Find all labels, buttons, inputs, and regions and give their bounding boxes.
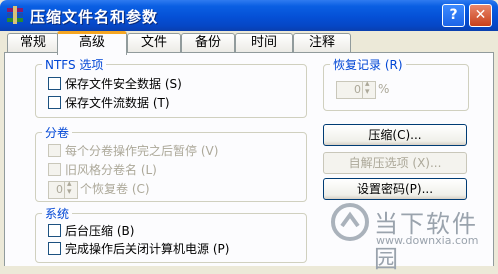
- recovery-volumes-spinner: 0: [48, 179, 78, 199]
- compress-button[interactable]: 压缩(C)...: [323, 124, 467, 146]
- spinner-value: 0: [354, 83, 361, 96]
- checkbox-label: 每个分卷操作完之后暂停 (V): [65, 144, 219, 158]
- tab-advanced[interactable]: 高级: [57, 31, 127, 55]
- ntfs-group: NTFS 选项 保存文件安全数据 (S) 保存文件流数据 (T): [35, 56, 307, 118]
- ntfs-legend: NTFS 选项: [42, 56, 107, 73]
- winrar-icon: [7, 6, 23, 24]
- checkbox-label: 保存文件流数据 (T): [65, 96, 170, 110]
- watermark-url: www.downxia.com: [376, 234, 479, 247]
- watermark-logo-icon: [331, 203, 369, 241]
- volume-group: 分卷 每个分卷操作完之后暂停 (V) 旧风格分卷名 (L) 0 个恢复卷 (C): [35, 124, 307, 202]
- checkbox-label: 完成操作后关闭计算机电源 (P): [65, 242, 230, 256]
- spinner-arrows: [362, 79, 375, 98]
- tab-files[interactable]: 文件: [127, 33, 181, 52]
- checkbox-box[interactable]: [48, 224, 61, 237]
- close-button[interactable]: ✕: [469, 4, 492, 27]
- tab-general[interactable]: 常规: [7, 33, 59, 52]
- set-password-button[interactable]: 设置密码(P)...: [323, 178, 467, 200]
- recovery-record-group: 恢复记录 (R) 0 %: [323, 56, 469, 111]
- title-bar[interactable]: 压缩文件名和参数 ? ✕: [0, 0, 498, 31]
- tab-backup[interactable]: 备份: [181, 33, 235, 52]
- volume-legend: 分卷: [42, 124, 73, 141]
- spinner-value: 0: [56, 183, 63, 196]
- checkbox-box: [48, 144, 61, 157]
- sfx-options-button: 自解压选项 (X)...: [323, 152, 467, 174]
- save-streams-checkbox[interactable]: 保存文件流数据 (T): [48, 96, 170, 111]
- pause-volume-checkbox: 每个分卷操作完之后暂停 (V): [48, 144, 218, 159]
- background-compress-checkbox[interactable]: 后台压缩 (B): [48, 224, 134, 239]
- recovery-record-legend: 恢复记录 (R): [330, 56, 406, 73]
- system-group: 系统 后台压缩 (B) 完成操作后关闭计算机电源 (P): [35, 205, 307, 263]
- recovery-volumes-label: 个恢复卷 (C): [80, 182, 150, 196]
- checkbox-box[interactable]: [48, 96, 61, 109]
- percent-label: %: [378, 82, 390, 96]
- tab-time[interactable]: 时间: [235, 33, 293, 52]
- shutdown-after-checkbox[interactable]: 完成操作后关闭计算机电源 (P): [48, 242, 229, 257]
- save-security-checkbox[interactable]: 保存文件安全数据 (S): [48, 77, 182, 92]
- help-button[interactable]: ?: [442, 4, 465, 27]
- tab-comment[interactable]: 注释: [293, 33, 351, 52]
- checkbox-box: [48, 163, 61, 176]
- old-style-names-checkbox: 旧风格分卷名 (L): [48, 163, 157, 178]
- window-title: 压缩文件名和参数: [30, 8, 159, 26]
- system-legend: 系统: [42, 205, 73, 222]
- tab-strip: 常规 高级 文件 备份 时间 注释: [4, 31, 494, 55]
- spinner-arrows: [64, 179, 77, 198]
- checkbox-box[interactable]: [48, 242, 61, 255]
- checkbox-box[interactable]: [48, 77, 61, 90]
- checkbox-label: 保存文件安全数据 (S): [65, 77, 182, 91]
- checkbox-label: 后台压缩 (B): [65, 224, 135, 238]
- recovery-record-spinner: 0: [336, 79, 376, 99]
- checkbox-label: 旧风格分卷名 (L): [65, 163, 157, 177]
